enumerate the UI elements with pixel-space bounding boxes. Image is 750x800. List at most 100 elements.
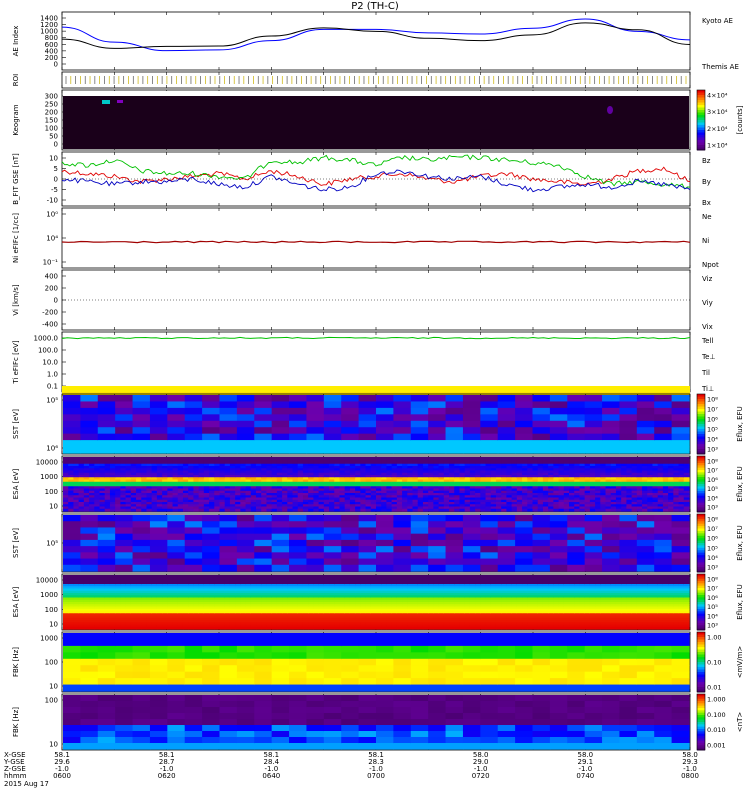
esa2-ylabel: ESA [eV] <box>12 586 20 617</box>
sst1-cell <box>132 395 151 403</box>
sst1-cell <box>323 440 342 448</box>
sst1-cell <box>254 407 273 415</box>
sst2-cell <box>445 533 464 541</box>
sst2-cell <box>445 546 464 553</box>
density-frame <box>61 207 691 269</box>
sst2-cell <box>584 558 603 566</box>
sst2-cell <box>376 564 394 572</box>
sst2-cell <box>341 564 360 572</box>
sst1-cell <box>549 407 568 415</box>
sst1-cell <box>202 440 221 448</box>
sst1-cell <box>619 401 638 409</box>
sst1-cell <box>97 427 116 435</box>
esa1-cell <box>276 508 283 512</box>
sst2-ytick-label: 10⁵ <box>46 540 58 548</box>
keogram-ylabel: Keogram <box>12 104 20 135</box>
sst2-cell <box>132 527 151 535</box>
sst2-cell <box>410 533 429 541</box>
sst2-cell <box>410 558 429 566</box>
sst1-colorbar-tick: 10⁴ <box>707 436 718 444</box>
sst2-cell <box>654 558 673 566</box>
sst1-cell <box>219 427 238 435</box>
sst1-cell <box>532 401 551 409</box>
sst1-colorbar-label: Eflux, EFU <box>736 406 744 441</box>
sst2-cell <box>410 552 429 560</box>
sst1-cell <box>202 420 221 428</box>
sst1-cell <box>289 433 308 441</box>
sst1-cell <box>636 414 655 422</box>
sst1-ylabel: SST [eV] <box>12 409 20 439</box>
sst1-cell <box>289 414 308 422</box>
sst2-cell <box>289 564 308 572</box>
temperature-series-til <box>61 336 691 340</box>
sst2-cell <box>358 527 377 535</box>
sst1-cell <box>254 414 273 422</box>
sst1-cell <box>671 433 690 441</box>
sst2-cell <box>115 527 134 535</box>
sst2-cell <box>515 539 534 547</box>
sst2-cell <box>654 539 673 547</box>
sst1-cell <box>584 446 603 454</box>
sst1-cell <box>184 395 203 403</box>
sst1-cell <box>428 401 447 409</box>
sst2-cell <box>428 558 447 566</box>
sst2-cell <box>219 558 238 566</box>
sst2-cell <box>184 558 203 566</box>
sst1-cell <box>462 395 481 403</box>
sst1-cell <box>254 420 273 428</box>
sst2-cell <box>323 552 342 560</box>
sst1-cell <box>254 401 273 409</box>
esa1-cell <box>485 508 492 512</box>
sst2-cell <box>549 533 568 541</box>
density-ytick-label: 10⁻¹ <box>43 259 59 267</box>
sst2-cell <box>532 552 551 560</box>
sst2-cell <box>202 515 221 522</box>
esa1-cell <box>109 508 116 512</box>
sst1-cell <box>236 440 255 448</box>
sst1-cell <box>584 427 603 435</box>
sst2-cell <box>636 564 655 572</box>
sst1-cell <box>602 414 621 422</box>
esa1-cell <box>412 508 419 512</box>
sst1-cell <box>80 440 99 448</box>
esa1-cell <box>214 508 221 512</box>
sst1-cell <box>132 407 151 415</box>
bfield-legend-By: By <box>702 178 711 186</box>
esa2-cell <box>130 626 137 630</box>
sst2-cell <box>184 564 203 572</box>
sst2-cell <box>480 539 499 547</box>
sst2-cell <box>236 539 255 547</box>
sst2-cell <box>619 533 638 541</box>
sst2-cell <box>602 552 621 560</box>
sst1-cell <box>497 395 516 403</box>
sst1-cell <box>115 407 134 415</box>
sst1-cell <box>410 433 429 441</box>
sst2-cell <box>480 533 499 541</box>
sst1-cell <box>254 395 273 403</box>
sst2-cell <box>515 527 534 535</box>
sst2-cell <box>358 552 377 560</box>
sst2-cell <box>515 533 534 541</box>
esa1-cell <box>313 508 320 512</box>
sst1-cell <box>306 420 325 428</box>
sst1-cell <box>671 440 690 448</box>
sst2-cell <box>149 533 168 541</box>
esa1-cell <box>63 508 69 512</box>
sst2-cell <box>358 521 377 529</box>
sst2-cell <box>549 539 568 547</box>
sst2-cell <box>323 539 342 547</box>
sst2-cell <box>636 521 655 529</box>
sst1-cell <box>236 433 255 441</box>
sst2-cell <box>202 539 221 547</box>
sst2-cell <box>654 521 673 529</box>
esa1-cell <box>334 508 341 512</box>
sst1-cell <box>376 420 394 428</box>
esa1-cell <box>647 508 654 512</box>
sst1-cell <box>115 420 134 428</box>
sst2-cell <box>671 539 690 547</box>
sst2-cell <box>184 552 203 560</box>
sst1-cell <box>393 401 412 409</box>
sst2-cell <box>323 546 342 553</box>
esa1-cell <box>78 508 85 512</box>
sst2-cell <box>80 515 99 522</box>
